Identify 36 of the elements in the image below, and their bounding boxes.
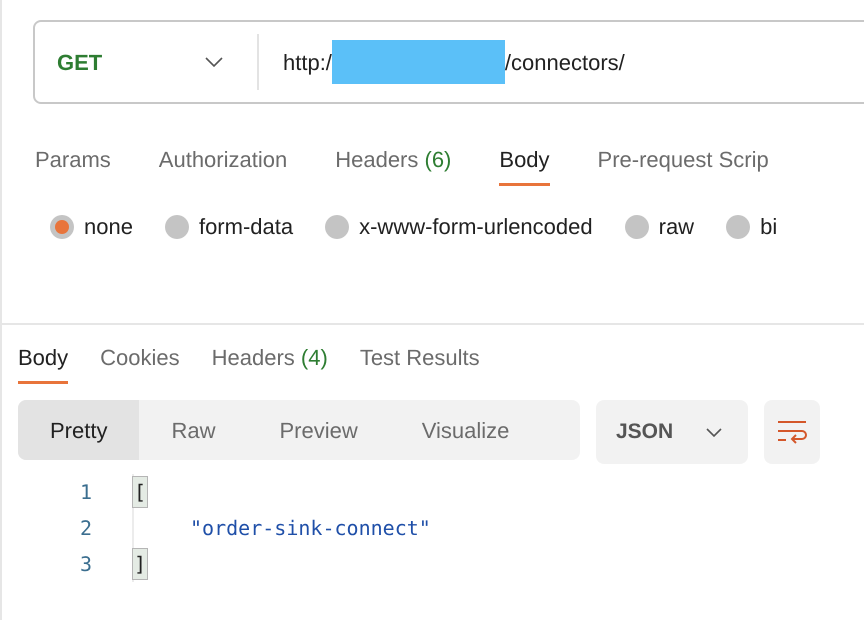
radio-button[interactable]: [164, 214, 189, 238]
radio-label: x-www-form-urlencoded: [359, 213, 593, 241]
radio-label: raw: [658, 213, 694, 241]
tab[interactable]: Params: [35, 143, 111, 186]
tab[interactable]: Headers (4): [212, 341, 328, 384]
radio-label: form-data: [198, 213, 294, 241]
view-mode-tab[interactable]: Visualize: [390, 400, 542, 460]
code-bracket: [: [132, 476, 148, 508]
radio-button[interactable]: [726, 214, 750, 238]
tab[interactable]: Pre-request Scrip: [598, 143, 769, 186]
view-mode-tab[interactable]: Preview: [247, 400, 390, 460]
line-number: 1: [78, 479, 92, 506]
method-dropdown[interactable]: GET: [35, 22, 257, 102]
wrap-lines-icon: [777, 420, 807, 444]
view-mode-tab[interactable]: Raw: [139, 400, 248, 460]
radio-label: bi: [760, 213, 778, 241]
line-number: 3: [78, 551, 92, 578]
format-dropdown[interactable]: JSON: [596, 400, 748, 464]
code-bracket: ]: [132, 548, 148, 580]
line-number: 2: [78, 515, 92, 542]
tab[interactable]: Body: [499, 143, 550, 186]
code-string: "order-sink-connect": [190, 515, 431, 542]
wrap-lines-button[interactable]: [764, 400, 820, 464]
tab[interactable]: Test Results: [360, 341, 480, 384]
tab[interactable]: Body: [18, 341, 68, 384]
tab[interactable]: Cookies: [100, 341, 180, 384]
url-field[interactable]: http:/ /connectors/: [283, 40, 625, 84]
chevron-down-icon: [205, 57, 223, 67]
radio-label: none: [84, 213, 133, 241]
tab[interactable]: Headers (6): [335, 143, 452, 186]
radio-button[interactable]: [50, 214, 74, 238]
radio-button[interactable]: [624, 214, 649, 238]
view-mode-tab[interactable]: Pretty: [18, 400, 140, 460]
chevron-down-icon: [706, 428, 722, 436]
tab[interactable]: Authorization: [158, 143, 288, 186]
radio-button[interactable]: [325, 214, 350, 238]
